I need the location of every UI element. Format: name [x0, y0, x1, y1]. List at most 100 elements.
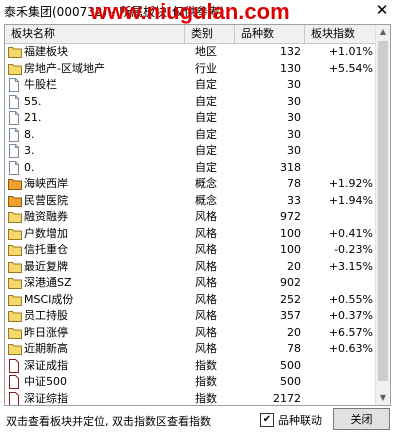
table-row[interactable]: 0. 自定 318: [5, 160, 376, 177]
table-row[interactable]: 福建板块 地区 132 +1.01%: [5, 44, 376, 61]
close-button[interactable]: 关闭: [333, 408, 390, 430]
scroll-up-icon[interactable]: ▲: [376, 25, 390, 39]
sector-table[interactable]: 板块名称 类别 品种数 板块指数 福建板块 地区 132 +1.01% 房地产-区域地产…: [4, 24, 391, 406]
table-row[interactable]: 深证成指 指数 500: [5, 358, 376, 375]
sector-category: 风格: [195, 276, 217, 289]
table-row[interactable]: 海峡西岸 概念 78 +1.92%: [5, 176, 376, 193]
sector-category: 风格: [195, 210, 217, 223]
sector-index: [305, 209, 373, 225]
sector-category: 自定: [195, 160, 217, 174]
sector-name: 房地产-区域地产: [24, 61, 105, 75]
sector-category: 指数: [195, 358, 217, 372]
doc-icon: [8, 111, 22, 125]
folder-icon: [8, 227, 22, 241]
sector-name: 融资融券: [24, 210, 68, 223]
sector-index: +1.92%: [328, 177, 373, 190]
table-row[interactable]: 3. 自定 30: [5, 143, 376, 160]
sector-count: 78: [287, 342, 301, 355]
table-row[interactable]: 近期新高 风格 78 +0.63%: [5, 341, 376, 358]
sector-index: +0.41%: [328, 226, 373, 240]
sector-name: 8.: [24, 127, 35, 141]
sector-index: +0.55%: [328, 292, 373, 306]
sector-count: 100: [280, 226, 301, 240]
table-row[interactable]: 8. 自定 30: [5, 127, 376, 144]
table-row[interactable]: 融资融券 风格 972: [5, 209, 376, 226]
table-row[interactable]: 21. 自定 30: [5, 110, 376, 127]
table-row[interactable]: MSCI成份 风格 252 +0.55%: [5, 292, 376, 309]
scrollbar-thumb[interactable]: [378, 41, 388, 381]
table-header: 板块名称 类别 品种数 板块指数: [5, 25, 376, 44]
doc-icon: [8, 78, 22, 92]
sector-index: [305, 143, 373, 159]
sector-category: 概念: [195, 177, 217, 190]
sector-category: 概念: [195, 193, 217, 207]
sector-name: 信托重仓: [24, 243, 68, 256]
sector-name: 深证成指: [24, 358, 68, 372]
sector-name: 牛股栏: [24, 78, 57, 91]
sector-count: 130: [280, 61, 301, 75]
sector-name: 最近复牌: [24, 259, 68, 273]
folder-icon: [8, 326, 22, 340]
table-row[interactable]: 昨日涨停 风格 20 +6.57%: [5, 325, 376, 342]
index-doc-icon: [8, 375, 22, 389]
sector-category: 风格: [195, 342, 217, 355]
table-row[interactable]: 民营医院 概念 33 +1.94%: [5, 193, 376, 210]
sector-name: 近期新高: [24, 342, 68, 355]
table-row[interactable]: 55. 自定 30: [5, 94, 376, 111]
table-row[interactable]: 户数增加 风格 100 +0.41%: [5, 226, 376, 243]
table-row[interactable]: 员工持股 风格 357 +0.37%: [5, 308, 376, 325]
sector-category: 行业: [195, 61, 217, 75]
sector-index: [305, 374, 373, 390]
folder-icon: [8, 293, 22, 307]
sector-category: 自定: [195, 78, 217, 91]
folder-orange-icon: [8, 177, 22, 191]
table-row[interactable]: 中证500 指数 500: [5, 374, 376, 391]
sector-category: 自定: [195, 111, 217, 124]
sector-category: 地区: [195, 45, 217, 58]
sector-name: 深港通SZ: [24, 276, 72, 289]
scroll-down-icon[interactable]: ▼: [376, 391, 390, 405]
folder-icon: [8, 62, 22, 76]
sector-count: 100: [280, 243, 301, 256]
sector-category: 风格: [195, 309, 217, 322]
sector-category: 风格: [195, 259, 217, 273]
table-body: 福建板块 地区 132 +1.01% 房地产-区域地产 行业 130 +5.54% 牛股栏 自定 3…: [5, 44, 376, 405]
column-header-count[interactable]: 品种数: [235, 25, 305, 43]
table-row[interactable]: 深证综指 指数 2172: [5, 391, 376, 405]
column-header-name[interactable]: 板块名称: [5, 25, 185, 43]
column-header-category[interactable]: 类别: [185, 25, 235, 43]
sector-name: 55.: [24, 94, 42, 108]
sector-category: 风格: [195, 292, 217, 306]
table-row[interactable]: 最近复牌 风格 20 +3.15%: [5, 259, 376, 276]
folder-icon: [8, 45, 22, 59]
close-icon[interactable]: ✕: [374, 2, 390, 18]
table-row[interactable]: 房地产-区域地产 行业 130 +5.54%: [5, 61, 376, 78]
table-row[interactable]: 信托重仓 风格 100 -0.23%: [5, 242, 376, 259]
sector-index: +6.57%: [328, 325, 373, 339]
folder-icon: [8, 276, 22, 290]
doc-icon: [8, 160, 22, 175]
sector-count: 500: [280, 375, 301, 388]
table-row[interactable]: 深港通SZ 风格 902: [5, 275, 376, 292]
status-text: 双击查看板块并定位, 双击指数区查看指数: [6, 415, 211, 428]
checkbox-box[interactable]: ✔: [260, 413, 274, 427]
sector-count: 20: [287, 259, 301, 273]
sector-count: 252: [280, 292, 301, 306]
sector-index: [305, 160, 373, 176]
sector-category: 风格: [195, 243, 217, 256]
sector-name: 21.: [24, 111, 42, 124]
vertical-scrollbar[interactable]: ▲ ▼: [375, 25, 390, 405]
sector-count: 500: [280, 358, 301, 372]
sector-count: 2172: [273, 391, 301, 405]
sector-index: -0.23%: [334, 243, 373, 256]
sector-index: +0.63%: [328, 342, 373, 355]
sector-index: +3.15%: [328, 259, 373, 273]
column-header-index[interactable]: 板块指数: [305, 25, 376, 43]
index-doc-icon: [8, 391, 22, 405]
title-bar[interactable]: 泰禾集团(000732) - 所属板块(仅供参考) www.niugulan.c…: [0, 0, 396, 24]
sector-index: +1.94%: [328, 193, 373, 207]
sector-category: 风格: [195, 325, 217, 339]
table-row[interactable]: 牛股栏 自定 30: [5, 77, 376, 94]
sector-count: 30: [287, 111, 301, 124]
sector-count: 30: [287, 144, 301, 157]
